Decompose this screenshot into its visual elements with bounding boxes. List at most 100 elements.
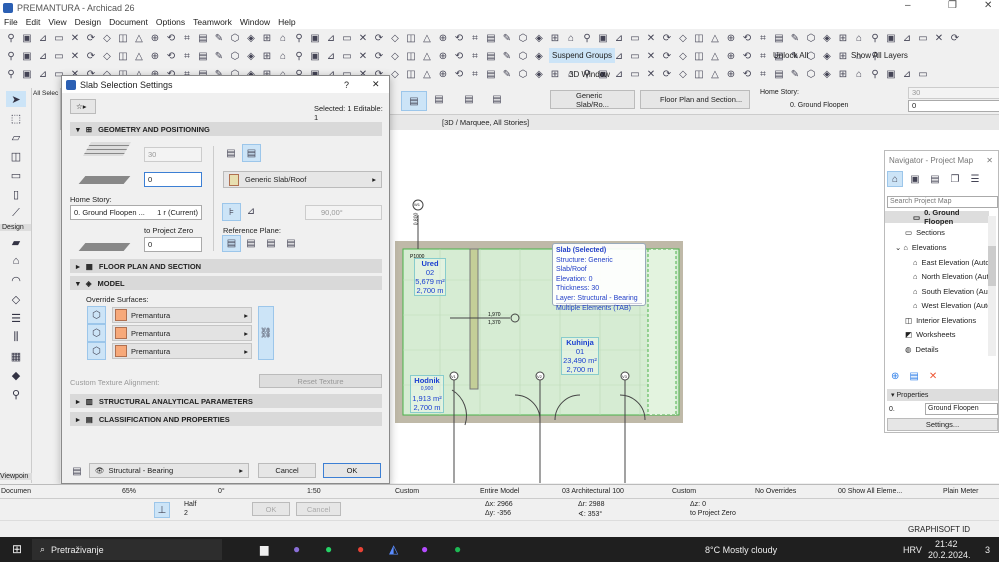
ref-plane-core-top-icon[interactable]: ▤ — [264, 236, 278, 250]
notifications-badge[interactable]: 3 — [985, 545, 990, 555]
property-name-input[interactable]: Ground Floopen — [925, 403, 998, 415]
toolbar-tool-icon[interactable]: ◈ — [820, 31, 834, 45]
home-story-value[interactable]: 0. Ground Floopen — [790, 102, 848, 109]
taskbar-search[interactable]: ⌕ Pretraživanje — [32, 539, 222, 560]
search-project-map-input[interactable]: Search Project Map — [887, 196, 998, 208]
toolbar-tool-icon[interactable]: ▭ — [52, 49, 66, 63]
publisher-icon[interactable]: ❐ — [948, 172, 962, 186]
toolbar-tool-icon[interactable]: ◈ — [532, 31, 546, 45]
nav-item-worksheets[interactable]: ◩ Worksheets — [905, 330, 956, 339]
toolbar-tool-icon[interactable]: ◫ — [692, 49, 706, 63]
menu-document[interactable]: Document — [109, 17, 148, 27]
toolbar-tool-icon[interactable]: ⊕ — [148, 31, 162, 45]
toolbar-tool-icon[interactable]: ⊞ — [836, 31, 850, 45]
maximize-button[interactable]: ❐ — [948, 0, 957, 11]
scale-select[interactable]: 1:50 — [307, 488, 321, 495]
clock-time[interactable]: 21:42 — [935, 539, 958, 549]
toolbar-tool-icon[interactable]: ⟳ — [660, 49, 674, 63]
toolbar-tool-icon[interactable]: ⚲ — [868, 67, 882, 81]
toolbar-tool-icon[interactable]: ⊿ — [612, 31, 626, 45]
toolbar-tool-icon[interactable]: △ — [132, 31, 146, 45]
tracker-cancel-button[interactable]: Cancel — [296, 502, 341, 516]
toolbar-tool-icon[interactable]: ▤ — [772, 31, 786, 45]
toolbar-tool-icon[interactable]: ◇ — [676, 67, 690, 81]
toolbar-tool-icon[interactable]: ▭ — [340, 49, 354, 63]
toolbar-tool-icon[interactable]: ▣ — [884, 67, 898, 81]
toolbar-tool-icon[interactable]: ◈ — [244, 49, 258, 63]
toolbar-tool-icon[interactable]: ⌗ — [468, 67, 482, 81]
toolbar-tool-icon[interactable]: ✕ — [68, 49, 82, 63]
toolbar-tool-icon[interactable]: ⚲ — [292, 31, 306, 45]
navigator-scrollbar[interactable] — [988, 216, 996, 356]
toolbar-tool-icon[interactable]: ⟳ — [948, 31, 962, 45]
arrow-tool-icon[interactable]: ➤ — [6, 91, 26, 107]
toolbar-tool-icon[interactable]: ⟳ — [372, 31, 386, 45]
toolbar-tool-icon[interactable]: ⟲ — [164, 49, 178, 63]
spotify-icon[interactable]: ● — [454, 542, 461, 556]
close-button[interactable]: ✕ — [984, 0, 992, 11]
toolbar-tool-icon[interactable]: ◫ — [404, 67, 418, 81]
toolbox-viewpoint-label[interactable]: Viewpoin — [0, 473, 32, 480]
toolbar-tool-icon[interactable]: ⟳ — [660, 31, 674, 45]
menu-help[interactable]: Help — [278, 17, 295, 27]
toolbar-tool-icon[interactable]: ▭ — [916, 31, 930, 45]
toolbar-tool-icon[interactable]: ◈ — [820, 67, 834, 81]
toolbar-tool-icon[interactable]: ▭ — [628, 31, 642, 45]
graphic-overrides-select[interactable]: No Overrides — [755, 488, 796, 495]
toolbar-tool-icon[interactable]: ▣ — [308, 31, 322, 45]
toolbar-tool-icon[interactable]: ✕ — [68, 31, 82, 45]
show-all-layers-button[interactable]: Show All Layers — [848, 48, 911, 63]
toolbar-tool-icon[interactable]: ▭ — [628, 67, 642, 81]
toolbar-tool-icon[interactable]: ⌂ — [564, 31, 578, 45]
toolbar-tool-icon[interactable]: ✎ — [212, 31, 226, 45]
navigator-close-icon[interactable]: ✕ — [986, 156, 993, 165]
reset-texture-button[interactable]: Reset Texture — [259, 374, 382, 388]
navigator-settings-button[interactable]: Settings... — [887, 418, 998, 431]
toolbar-tool-icon[interactable]: ▤ — [196, 49, 210, 63]
toolbar-tool-icon[interactable]: ✕ — [644, 31, 658, 45]
toolbar-tool-icon[interactable]: ⌂ — [852, 31, 866, 45]
toolbar-tool-icon[interactable]: △ — [708, 31, 722, 45]
navigator-menu-icon[interactable]: ☰ — [968, 172, 982, 186]
toolbar-tool-icon[interactable]: ◫ — [116, 49, 130, 63]
toolbar-tool-icon[interactable]: ⊞ — [548, 31, 562, 45]
side-surface-select[interactable]: Premantura ▸ — [112, 325, 252, 341]
toolbar-tool-icon[interactable]: ⬡ — [516, 31, 530, 45]
toolbar-tool-icon[interactable]: ▭ — [340, 31, 354, 45]
toolbar-tool-icon[interactable]: ◫ — [116, 31, 130, 45]
composite-icon[interactable]: ▤ — [242, 144, 261, 162]
toolbar-tool-icon[interactable]: ◫ — [692, 31, 706, 45]
toolbar-tool-icon[interactable]: ⊕ — [436, 67, 450, 81]
door-tool-icon[interactable]: ◫ — [6, 148, 26, 164]
toolbar-tool-icon[interactable]: ▤ — [196, 31, 210, 45]
toolbar-tool-icon[interactable]: ⌗ — [468, 31, 482, 45]
bottom-surface-icon[interactable]: ⬡ — [87, 342, 106, 360]
toolbar-tool-icon[interactable]: ✎ — [788, 31, 802, 45]
toolbar-tool-icon[interactable]: ⚲ — [4, 49, 18, 63]
toolbar-tool-icon[interactable]: ◫ — [692, 67, 706, 81]
section-floorplan-header[interactable]: ▸ ▦ FLOOR PLAN AND SECTION — [70, 259, 382, 273]
toolbar-tool-icon[interactable]: ◇ — [100, 31, 114, 45]
toolbar-tool-icon[interactable]: ✕ — [356, 31, 370, 45]
toolbar-tool-icon[interactable]: ⬡ — [228, 31, 242, 45]
beam-tool-icon[interactable]: ⟋ — [6, 205, 26, 221]
toolbar-tool-icon[interactable]: ⚲ — [4, 31, 18, 45]
nav-item-west-elevation[interactable]: ⌂ West Elevation (Auto- — [913, 301, 994, 310]
column-tool-icon[interactable]: ▯ — [6, 186, 26, 202]
toolbar-tool-icon[interactable]: ⟳ — [84, 31, 98, 45]
room-stamp-hodnik[interactable]: Hodnik 0,900 1,913 m² 2,700 m — [410, 375, 444, 413]
toolbar-tool-icon[interactable]: ▭ — [916, 67, 930, 81]
messenger-icon[interactable]: ● — [421, 542, 428, 556]
toolbar-tool-icon[interactable]: ⊞ — [260, 31, 274, 45]
toolbar-tool-icon[interactable]: ▤ — [484, 67, 498, 81]
slab-tool-icon[interactable]: ▰ — [6, 234, 26, 250]
toolbar-tool-icon[interactable]: ▣ — [20, 49, 34, 63]
toolbar-tool-icon[interactable]: ⟲ — [740, 49, 754, 63]
gravity-icon[interactable]: ⊥ — [154, 502, 170, 518]
toolbar-tool-icon[interactable]: ▤ — [772, 67, 786, 81]
toolbar-tool-icon[interactable]: ◈ — [532, 49, 546, 63]
toolbar-tool-icon[interactable]: ✕ — [356, 49, 370, 63]
tilted-slab-icon[interactable]: ⊿ — [244, 204, 258, 218]
skylight-tool-icon[interactable]: ◇ — [6, 291, 26, 307]
nav-item-details[interactable]: ◍ Details — [905, 345, 938, 354]
